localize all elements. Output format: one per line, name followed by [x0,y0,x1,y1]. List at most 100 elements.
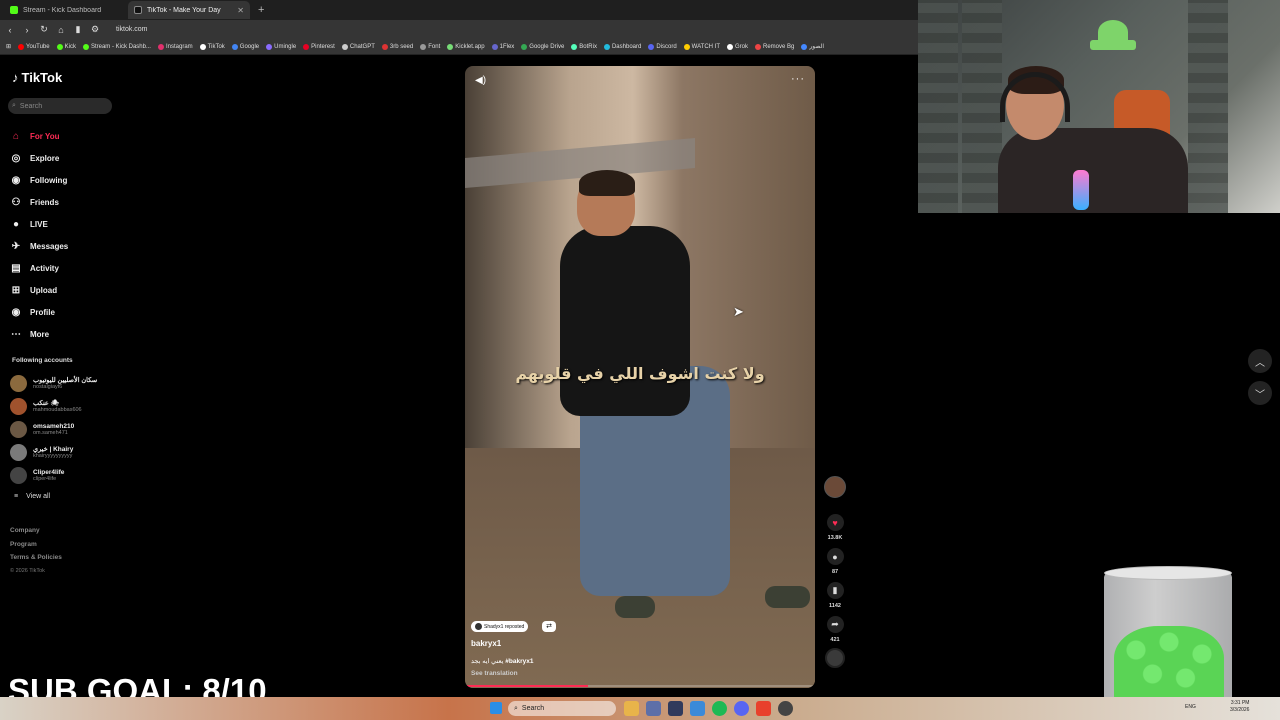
sidebar-item-upload[interactable]: ⊞ Upload [10,279,120,301]
share-button[interactable]: ➦ 421 [824,616,846,643]
bookmark-item[interactable]: Google Drive [521,43,564,50]
reload-icon[interactable]: ↻ [40,24,48,35]
bookmark-label: Instagram [165,43,193,50]
bookmark-item[interactable]: ChatGPT [341,43,375,50]
back-icon[interactable]: ‹ [6,25,14,35]
account-handle: khairyyyyyyyyyy [33,452,73,459]
sidebar-item-following[interactable]: ◉ Following [10,169,120,191]
brave-browser-icon[interactable] [756,701,771,716]
volume-icon[interactable]: ◀) [475,75,486,86]
following-account-item[interactable]: سكان الأصليين لليوتيوب nostalgiayt6 [10,372,120,395]
like-button[interactable]: ♥ 13.8K [824,514,846,541]
music-disc-icon[interactable] [825,648,845,668]
app-icon[interactable] [690,701,705,716]
following-account-item[interactable]: Cliper4life cliper4life [10,464,120,487]
tab-tiktok[interactable]: TikTok - Make Your Day ✕ [128,1,250,19]
apps-grid-icon[interactable]: ⊞ [6,43,11,50]
app-icon[interactable] [778,701,793,716]
save-count: 1142 [829,603,841,609]
bookmark-item[interactable]: Stream - Kick Dashb... [82,43,151,50]
clock-date: 3/3/2026 [1230,707,1250,713]
sidebar-item-more[interactable]: ⋯ More [10,323,120,345]
bookmark-item[interactable]: TikTok [199,43,225,50]
sub-goal-jar [1104,566,1232,712]
sidebar-item-activity[interactable]: ▤ Activity [10,257,120,279]
bookmark-favicon-icon [18,43,25,50]
sidebar-item-explore[interactable]: ◎ Explore [10,147,120,169]
video-progress-bar[interactable] [465,685,815,687]
bookmark-item[interactable]: Dashboard [603,43,641,50]
bookmark-item[interactable]: Kick [56,43,76,50]
following-account-item[interactable]: خيري | Khairy khairyyyyyyyyyy [10,441,120,464]
activity-icon: ▤ [11,262,21,274]
sidebar-item-profile[interactable]: ◉ Profile [10,301,120,323]
bookmark-item[interactable]: Grok [727,43,748,50]
view-all-link[interactable]: ≡ View all [14,493,50,500]
scroll-up-button[interactable]: ︿ [1248,349,1272,373]
windows-start-icon[interactable] [490,702,502,714]
search-icon: ⌕ [12,102,16,109]
bookmark-item[interactable]: Discord [648,43,677,50]
bookmark-item[interactable]: BotRix [571,43,597,50]
bookmark-favicon-icon [56,43,63,50]
chevron-down-icon: ﹀ [1255,389,1265,401]
footer-program-link[interactable]: Program [10,538,62,552]
bookmark-item[interactable]: Instagram [157,43,193,50]
webcam-overlay [918,0,1280,213]
bookmark-item[interactable]: 1Flex [491,43,514,50]
calendar-icon[interactable] [646,701,661,716]
sidebar-item-live[interactable]: ● LIVE [10,213,120,235]
video-author[interactable]: bakryx1 [471,639,501,648]
description-text: يعني ايه بجد [471,658,504,665]
following-account-item[interactable]: عنكب 🕷 mahmoudabbas606 [10,395,120,418]
forward-icon[interactable]: › [23,25,31,35]
save-button[interactable]: ▮ 1142 [824,582,846,609]
bookmark-item[interactable]: Umingle [266,43,296,50]
sidebar-item-messages[interactable]: ✈ Messages [10,235,120,257]
video-player[interactable]: ◀) ··· ولا كنت اشوف اللي في قلوبهم Shady… [465,66,815,688]
bookmark-item[interactable]: 3rb seed [381,43,413,50]
footer-company-link[interactable]: Company [10,524,62,538]
site-settings-icon[interactable]: ⚙ [91,24,99,35]
sidebar-item-for-you[interactable]: ⌂ For You [10,125,120,147]
footer-terms-link[interactable]: Terms & Policies [10,551,62,565]
bookmark-item[interactable]: Font [420,43,440,50]
taskbar-clock[interactable]: 3:31 PM 3/3/2026 [1230,700,1249,714]
bookmark-item[interactable]: YouTube [18,43,50,50]
bookmark-item[interactable]: WATCH IT [683,43,720,50]
tiktok-logo[interactable]: ♪ TikTok [12,70,62,85]
more-options-icon[interactable]: ··· [791,73,805,85]
avatar [10,375,27,392]
bookmark-item[interactable]: Google [231,43,259,50]
repost-badge[interactable]: Shadyx1 reposted [471,621,529,632]
following-account-item[interactable]: omsameh210 om.sameh471 [10,418,120,441]
url-field[interactable]: tiktok.com [116,26,148,33]
bookmark-label: الصور [809,44,825,50]
bookmark-favicon-icon [447,43,454,50]
file-explorer-icon[interactable] [624,701,639,716]
home-icon[interactable]: ⌂ [57,25,65,35]
close-tab-icon[interactable]: ✕ [237,6,244,15]
bookmark-item[interactable]: Remove Bg [755,43,794,50]
app-icon[interactable] [668,701,683,716]
bookmark-item[interactable]: Kicklet.app [447,43,485,50]
taskbar-search[interactable]: ⌕ Search [508,701,616,716]
search-input[interactable]: ⌕ Search [8,98,112,114]
bookmark-item[interactable]: الصور [801,43,824,50]
comment-button[interactable]: ● 87 [824,548,846,575]
see-translation-link[interactable]: See translation [471,670,518,677]
account-names: خيري | Khairy khairyyyyyyyyyy [33,446,73,460]
hashtag-link[interactable]: #bakryx1 [505,658,533,665]
repost-icon[interactable]: ⇄ [542,621,556,632]
sidebar-item-friends[interactable]: ⚇ Friends [10,191,120,213]
bookmark-icon[interactable]: ▮ [74,24,82,35]
language-indicator[interactable]: ENG [1185,704,1196,710]
sidebar-item-label: Activity [30,263,59,273]
creator-avatar[interactable] [824,476,846,498]
spotify-icon[interactable] [712,701,727,716]
scroll-down-button[interactable]: ﹀ [1248,381,1272,405]
tab-kick-dashboard[interactable]: Stream - Kick Dashboard [4,1,126,19]
new-tab-button[interactable]: + [258,4,264,16]
discord-icon[interactable] [734,701,749,716]
bookmark-item[interactable]: Pinterest [303,43,335,50]
